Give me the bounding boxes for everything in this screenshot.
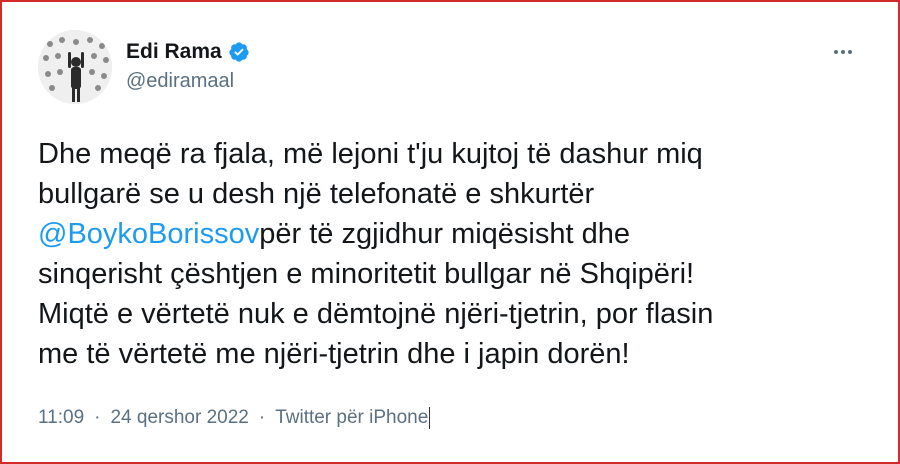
tweet-date[interactable]: 24 qershor 2022	[110, 407, 248, 429]
tweet-meta: 11:09 · 24 qershor 2022 · Twitter për iP…	[38, 407, 431, 429]
more-options-icon[interactable]	[828, 40, 858, 64]
text-cursor	[429, 407, 431, 429]
tweet-text-part-1: Dhe meqë ra fjala, më lejoni t'ju kujtoj…	[38, 138, 703, 210]
author-handle[interactable]: @ediramaal	[126, 70, 234, 93]
author-name-row: Edi Rama	[126, 40, 250, 64]
tweet-card: Edi Rama @ediramaal Dhe meqë ra fjala, m…	[0, 0, 900, 464]
mention-link[interactable]: @BoykoBorissov	[38, 218, 259, 250]
tweet-source-label: Twitter për iPhone	[275, 407, 429, 429]
profile-photo-icon	[38, 30, 112, 104]
verified-badge-icon	[228, 41, 250, 63]
tweet-source[interactable]: Twitter për iPhone	[275, 407, 431, 429]
avatar[interactable]	[38, 30, 112, 104]
meta-separator-2: ·	[258, 407, 266, 428]
meta-separator: ·	[94, 407, 101, 428]
tweet-text: Dhe meqë ra fjala, më lejoni t'ju kujtoj…	[38, 134, 868, 374]
tweet-time[interactable]: 11:09	[38, 407, 84, 429]
author-display-name[interactable]: Edi Rama	[126, 40, 222, 64]
tweet-header: Edi Rama @ediramaal	[38, 30, 858, 110]
